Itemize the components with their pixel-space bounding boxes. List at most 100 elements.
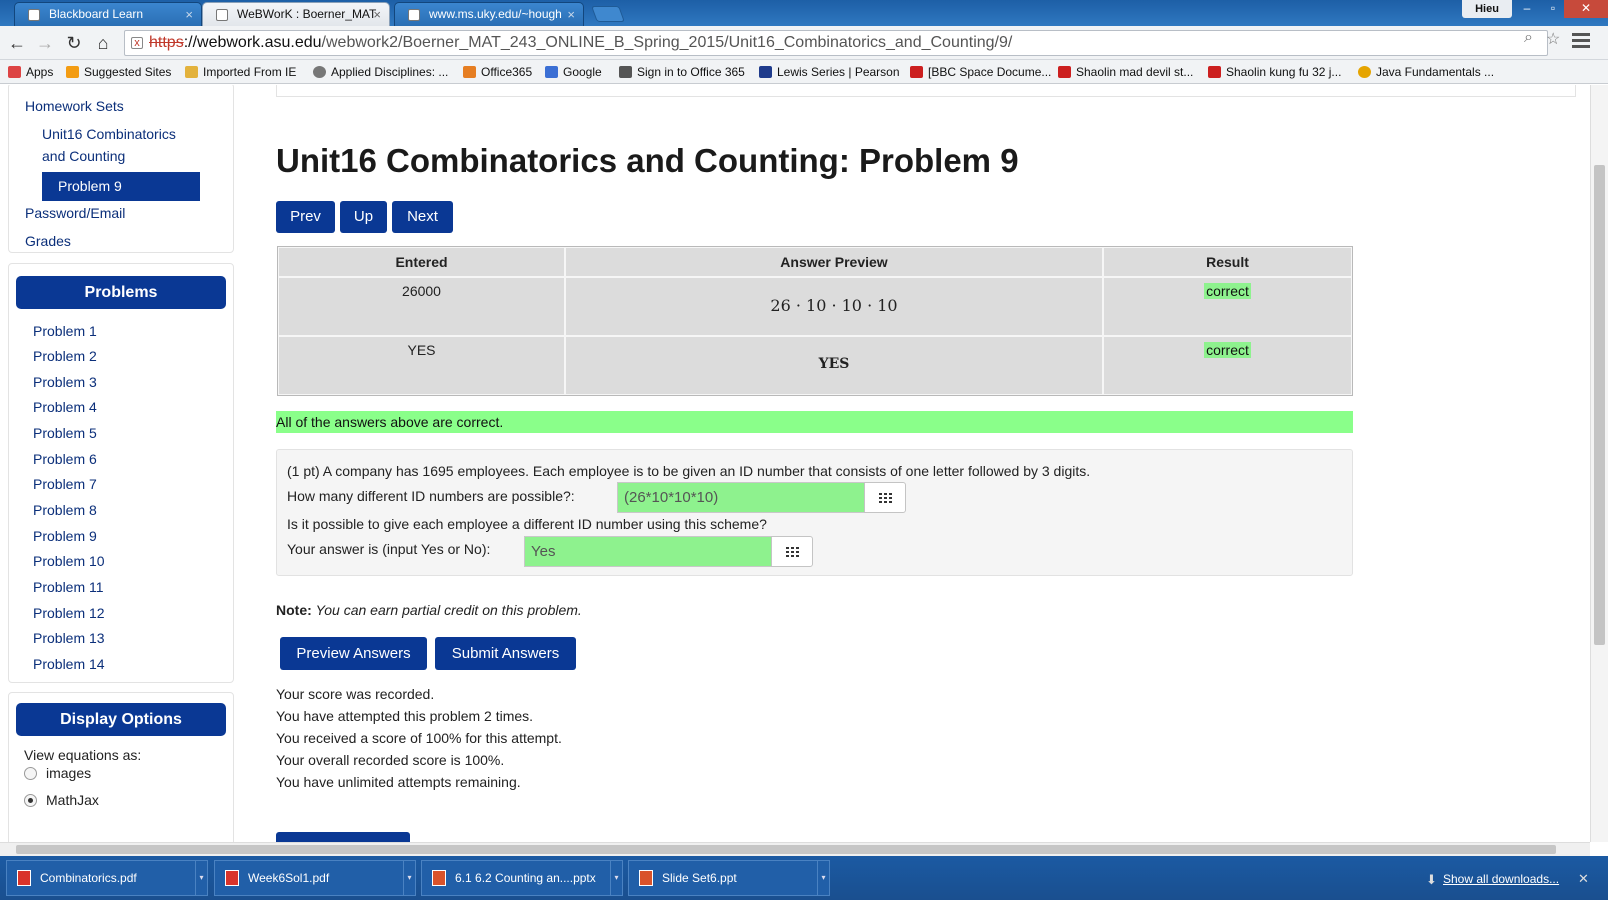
browser-toolbar: ← → ↻ ⌂ x https://webwork.asu.edu/webwor… [0,26,1608,60]
problem-link-1[interactable]: Problem 1 [33,323,97,339]
header-answer-preview: Answer Preview [565,247,1103,277]
problem-link-3[interactable]: Problem 3 [33,374,97,390]
profile-name[interactable]: Hieu [1462,0,1512,18]
preview-answers-button[interactable]: Preview Answers [280,637,427,670]
note-text: You can earn partial credit on this prob… [315,602,582,618]
partially-visible-button[interactable] [276,832,410,842]
bookmark-office-sign-in[interactable]: Sign in to Office 365 [619,63,745,81]
mathjax-radio[interactable] [24,794,37,807]
search-icon[interactable]: ⌕ [1524,29,1533,47]
bookmark-shaolin-kungfu[interactable]: Shaolin kung fu 32 j... [1208,63,1341,81]
tab-label: Blackboard Learn [49,7,144,21]
url-scheme: https [149,34,184,51]
bookmark-java-fundamentals[interactable]: Java Fundamentals ... [1358,63,1494,81]
problem-link-4[interactable]: Problem 4 [33,399,97,415]
forward-icon[interactable]: → [34,32,56,54]
header-entered: Entered [278,247,565,277]
images-radio[interactable] [24,767,37,780]
chrome-menu-icon[interactable] [1572,33,1590,51]
header-result: Result [1103,247,1352,277]
show-all-downloads-link[interactable]: Show all downloads... [1443,872,1559,886]
bookmark-lewis-series[interactable]: Lewis Series | Pearson [759,63,900,81]
bookmark-apps[interactable]: Apps [8,63,53,81]
q1-label: How many different ID numbers are possib… [287,488,575,504]
home-icon[interactable]: ⌂ [92,32,114,54]
chevron-down-icon[interactable]: ▾ [817,861,829,895]
url-host: ://webwork.asu.edu [183,34,322,51]
close-tab-icon[interactable]: × [185,3,193,26]
equation-editor-button-1[interactable] [864,482,906,513]
password-email-link[interactable]: Password/Email [25,205,125,221]
tab-webwork[interactable]: WeBWorK : Boerner_MAT × [202,2,390,26]
homework-sets-link[interactable]: Homework Sets [25,98,124,114]
bookmark-google[interactable]: Google [545,63,602,81]
scroll-thumb[interactable] [16,845,1556,854]
bookmark-label: Suggested Sites [84,65,172,79]
address-bar[interactable]: x https://webwork.asu.edu/webwork2/Boern… [124,30,1548,56]
tab-label: www.ms.uky.edu/~hough [429,7,562,21]
answer-field-1[interactable]: (26*10*10*10) [617,482,865,513]
chevron-down-icon[interactable]: ▾ [610,861,622,895]
chevron-down-icon[interactable]: ▾ [403,861,415,895]
bookmark-shaolin-devil[interactable]: Shaolin mad devil st... [1058,63,1193,81]
problem-link-12[interactable]: Problem 12 [33,605,105,621]
chevron-down-icon[interactable]: ▾ [195,861,207,895]
restore-icon[interactable]: ▫ [1540,0,1566,18]
page-icon [216,9,228,21]
bookmark-office365[interactable]: Office365 [463,63,532,81]
apps-icon [8,66,21,78]
download-item-1[interactable]: Combinatorics.pdf ▾ [6,860,208,896]
q2-text: Is it possible to give each employee a d… [287,516,767,532]
result-badge: correct [1204,283,1251,299]
download-item-2[interactable]: Week6Sol1.pdf ▾ [214,860,416,896]
problem-link-5[interactable]: Problem 5 [33,425,97,441]
bookmark-imported-from-ie[interactable]: Imported From IE [185,63,296,81]
view-equations-label: View equations as: [24,747,142,763]
problem-link-6[interactable]: Problem 6 [33,451,97,467]
tab-blackboard[interactable]: Blackboard Learn × [14,2,202,26]
up-button[interactable]: Up [340,201,387,233]
bookmark-suggested-sites[interactable]: Suggested Sites [66,63,171,81]
bookmark-bbc-space[interactable]: [BBC Space Docume... [910,63,1051,81]
download-item-4[interactable]: Slide Set6.ppt ▾ [628,860,830,896]
problem-link-7[interactable]: Problem 7 [33,476,97,492]
insecure-lock-icon: x [131,37,143,49]
answer-field-2[interactable]: Yes [524,536,772,567]
bookmark-label: Sign in to Office 365 [637,65,745,79]
score-message-2: You have attempted this problem 2 times. [276,708,534,724]
blackboard-icon [28,9,40,21]
close-tab-icon[interactable]: × [373,3,381,26]
equation-editor-button-2[interactable] [771,536,813,567]
close-window-icon[interactable]: ✕ [1564,0,1608,18]
set-link-line2[interactable]: and Counting [42,148,125,164]
problem-link-14[interactable]: Problem 14 [33,656,105,672]
problem-link-10[interactable]: Problem 10 [33,553,105,569]
problem-link-8[interactable]: Problem 8 [33,502,97,518]
bookmark-label: Lewis Series | Pearson [777,65,900,79]
problem-link-9[interactable]: Problem 9 [33,528,97,544]
grades-link[interactable]: Grades [25,233,71,249]
reload-icon[interactable]: ↻ [63,32,85,54]
close-tab-icon[interactable]: × [567,3,575,26]
problem-link-2[interactable]: Problem 2 [33,348,97,364]
set-link-line1[interactable]: Unit16 Combinatorics [42,126,176,142]
bookmark-star-icon[interactable]: ☆ [1546,29,1560,49]
prev-button[interactable]: Prev [276,201,335,233]
download-item-3[interactable]: 6.1 6.2 Counting an....pptx ▾ [421,860,623,896]
problem-link-11[interactable]: Problem 11 [33,579,104,595]
tab-ms-uky[interactable]: www.ms.uky.edu/~hough × [394,2,584,26]
problem-link-13[interactable]: Problem 13 [33,630,105,646]
grid-icon [786,547,799,557]
download-filename: Combinatorics.pdf [40,871,137,885]
horizontal-scrollbar[interactable] [0,842,1590,856]
scroll-thumb[interactable] [1594,165,1605,645]
minimize-icon[interactable]: – [1514,0,1540,18]
active-problem-link[interactable]: Problem 9 [42,172,200,201]
close-downloads-icon[interactable]: ✕ [1578,871,1589,887]
next-button[interactable]: Next [392,201,453,233]
vertical-scrollbar[interactable] [1590,85,1608,842]
new-tab-button[interactable] [591,6,625,22]
bookmark-applied-disciplines[interactable]: Applied Disciplines: ... [313,63,448,81]
submit-answers-button[interactable]: Submit Answers [435,637,576,670]
back-icon[interactable]: ← [6,32,28,54]
